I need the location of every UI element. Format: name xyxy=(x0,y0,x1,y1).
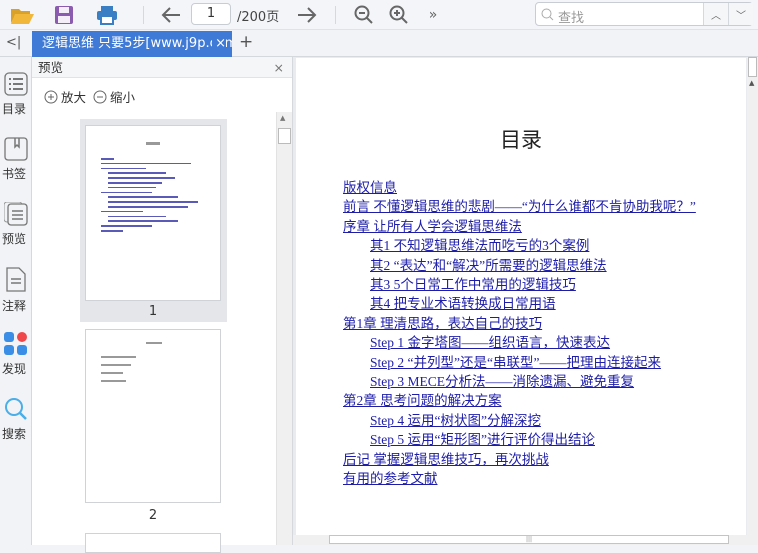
tab-bar: <| 逻辑思维 只要5步[www.j9p.com] × + xyxy=(0,31,758,57)
search-input[interactable]: 查找 xyxy=(558,7,584,26)
toc-link[interactable]: 有用的参考文献 xyxy=(343,467,438,487)
note-icon xyxy=(6,267,26,292)
toc-link[interactable]: 其1 不知逻辑思维法而吃亏的3个案例 xyxy=(370,234,589,254)
toolbar: 1 /200页 » 查找 ︿ ﹀ xyxy=(0,0,758,30)
sidebar-item-discover[interactable]: 发现 xyxy=(0,332,32,377)
page-number-label: 2 xyxy=(148,508,158,523)
toc-link[interactable]: 第1章 理清思路，表达自己的技巧 xyxy=(343,312,542,332)
sidebar-item-bookmarks[interactable]: 书签 xyxy=(0,137,32,182)
toc-link[interactable]: Step 3 MECE分析法——消除遗漏、避免重复 xyxy=(370,370,634,390)
preview-zoom-in-button[interactable]: 放大 xyxy=(44,87,86,106)
pages-icon xyxy=(3,201,28,226)
sidebar-item-toc[interactable]: 目录 xyxy=(0,72,32,117)
search-next-button[interactable]: ﹀ xyxy=(728,3,753,25)
toc-link[interactable]: Step 5 运用“矩形图”进行评价得出结论 xyxy=(370,428,595,448)
vertical-scrollbar[interactable]: ▲ xyxy=(747,57,758,535)
toc-link[interactable]: 第2章 思考问题的解决方案 xyxy=(343,389,502,409)
sidebar-item-search[interactable]: 搜索 xyxy=(0,397,32,442)
toc-link[interactable]: Step 2 “并列型”还是“串联型”——把理由连接起来 xyxy=(370,351,661,371)
sidebar-item-annotations[interactable]: 注释 xyxy=(0,267,32,314)
doc-title: 目录 xyxy=(500,128,542,152)
page-number-input[interactable]: 1 xyxy=(191,3,231,25)
page-thumbnail-1[interactable] xyxy=(85,125,221,301)
sidebar-item-preview[interactable]: 预览 xyxy=(0,201,32,247)
toc-link[interactable]: 前言 不懂逻辑思维的悲剧——“为什么谁都不肯协助我呢？” xyxy=(343,195,696,215)
document-view: 目录 版权信息 前言 不懂逻辑思维的悲剧——“为什么谁都不肯协助我呢？” 序章 让所… xyxy=(293,57,758,545)
scrollbar-thumb[interactable] xyxy=(748,57,757,77)
collapse-sidebar-button[interactable]: <| xyxy=(6,35,21,50)
preview-scrollbar[interactable]: ▲ xyxy=(276,112,292,545)
preview-header: 预览 × xyxy=(32,57,292,78)
more-tools-button[interactable]: » xyxy=(421,3,445,27)
save-icon[interactable] xyxy=(52,3,76,27)
toc-link[interactable]: 后记 掌握逻辑思维技巧，再次挑战 xyxy=(343,448,549,468)
folder-open-icon[interactable] xyxy=(10,3,34,27)
toc-link[interactable]: 其3 5个日常工作中常用的逻辑技巧 xyxy=(370,273,576,293)
page-thumbnail-2[interactable] xyxy=(85,329,221,503)
preview-panel: 预览 × 放大 缩小 1 2 ▲ xyxy=(32,57,293,553)
preview-zoom-out-button[interactable]: 缩小 xyxy=(93,87,135,106)
scrollbar-thumb[interactable] xyxy=(278,128,291,144)
search-icon xyxy=(541,8,554,21)
tab-title: 逻辑思维 只要5步[www.j9p.com] xyxy=(42,36,232,51)
apps-icon xyxy=(4,332,27,355)
search-box[interactable]: 查找 ︿ ﹀ xyxy=(535,2,753,26)
zoom-out-icon xyxy=(93,90,107,103)
list-icon xyxy=(4,72,28,96)
printer-icon[interactable] xyxy=(95,3,119,27)
zoom-in-icon[interactable] xyxy=(387,3,411,27)
zoom-in-icon xyxy=(44,90,58,103)
prev-page-arrow-icon[interactable] xyxy=(159,3,183,27)
scrollbar-thumb[interactable]: ||| xyxy=(329,535,729,544)
zoom-out-icon[interactable] xyxy=(352,3,376,27)
toc-link[interactable]: 版权信息 xyxy=(343,176,397,196)
new-tab-button[interactable]: + xyxy=(239,32,253,52)
preview-title: 预览 xyxy=(38,60,64,75)
next-page-arrow-icon[interactable] xyxy=(295,3,319,27)
toc-link[interactable]: Step 1 金字塔图——组织语言，快速表达 xyxy=(370,331,610,351)
preview-close-button[interactable]: × xyxy=(274,57,284,78)
horizontal-scrollbar[interactable]: ||| xyxy=(293,535,758,545)
toc-link[interactable]: 其2 “表达”和“解决”所需要的逻辑思维法 xyxy=(370,254,607,274)
document-page: 目录 版权信息 前言 不懂逻辑思维的悲剧——“为什么谁都不肯协助我呢？” 序章 让所… xyxy=(296,58,746,536)
search-icon xyxy=(5,398,27,420)
page-total: /200页 xyxy=(237,10,280,25)
tab-document[interactable]: 逻辑思维 只要5步[www.j9p.com] × xyxy=(32,31,232,57)
toc-link[interactable]: 序章 让所有人学会逻辑思维法 xyxy=(343,215,522,235)
tab-close-button[interactable]: × xyxy=(212,31,226,57)
bookmark-icon xyxy=(4,137,28,161)
search-prev-button[interactable]: ︿ xyxy=(703,3,728,25)
page-thumbnail-3[interactable] xyxy=(85,533,221,553)
toc-link[interactable]: 其4 把专业术语转换成日常用语 xyxy=(370,292,556,312)
toc-link[interactable]: Step 4 运用“树状图”分解深挖 xyxy=(370,409,541,429)
sidebar: 目录 书签 预览 注释 发现 搜索 xyxy=(0,57,32,545)
page-number-label: 1 xyxy=(148,304,158,319)
